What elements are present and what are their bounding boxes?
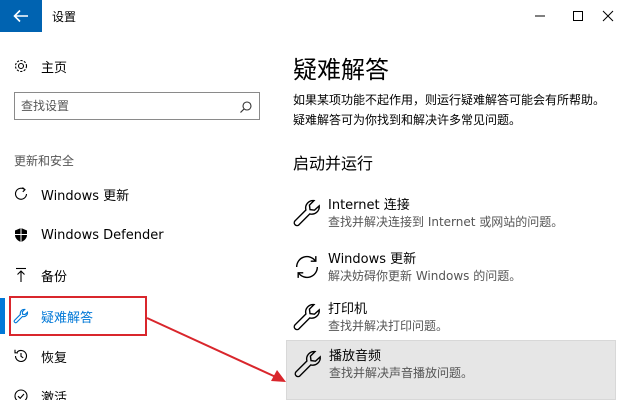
wrench-icon	[293, 349, 323, 379]
troubleshooter-subtitle: 查找并解决打印问题。	[328, 319, 449, 333]
troubleshooter-subtitle: 解决妨碍你更新 Windows 的问题。	[328, 269, 522, 283]
sidebar-item-backup[interactable]: 备份	[0, 257, 272, 293]
history-icon	[12, 347, 30, 365]
refresh-icon	[292, 252, 322, 282]
back-button[interactable]	[0, 0, 42, 32]
sidebar-item-recovery[interactable]: 恢复	[0, 338, 272, 374]
check-circle-icon	[12, 387, 30, 400]
sidebar-item-label: Windows 更新	[41, 188, 130, 204]
main-content: 疑难解答 如果某项功能不起作用，则运行疑难解答可能会有所帮助。疑难解答可为你找到…	[272, 32, 622, 400]
close-button[interactable]	[594, 0, 622, 32]
troubleshooter-title: Windows 更新	[328, 252, 417, 267]
minimize-icon	[535, 15, 545, 17]
window-title: 设置	[52, 10, 77, 24]
troubleshooter-windows-update[interactable]: Windows 更新 解决妨碍你更新 Windows 的问题。	[286, 244, 616, 292]
title-bar: 设置	[0, 0, 622, 32]
sidebar-item-label: 激活	[41, 390, 68, 400]
sidebar-item-home[interactable]: 主页	[0, 48, 272, 84]
troubleshooter-title: Internet 连接	[328, 198, 410, 213]
selection-indicator	[0, 298, 5, 334]
troubleshooter-audio[interactable]: 播放音频 查找并解决声音播放问题。	[286, 340, 616, 400]
sidebar-item-label: 备份	[41, 269, 68, 285]
maximize-icon	[573, 11, 583, 21]
wrench-icon	[292, 198, 322, 228]
close-icon	[602, 10, 614, 22]
sidebar-item-windows-update[interactable]: Windows 更新	[0, 176, 272, 212]
troubleshooter-printer[interactable]: 打印机 查找并解决打印问题。	[286, 294, 616, 342]
wrench-icon	[292, 302, 322, 332]
section-title: 更新和安全	[14, 154, 75, 168]
sidebar-item-label: Windows Defender	[41, 227, 164, 243]
sidebar-item-activation[interactable]: 激活	[0, 378, 272, 400]
search-icon[interactable]	[239, 99, 253, 118]
sidebar-item-label: 恢复	[41, 350, 68, 366]
page-title: 疑难解答	[293, 56, 389, 84]
gear-icon	[12, 57, 30, 75]
sidebar: 主页 更新和安全 Windows 更新 Windows	[0, 32, 272, 400]
page-description: 如果某项功能不起作用，则运行疑难解答可能会有所帮助。疑难解答可为你找到和解决许多…	[293, 93, 606, 127]
troubleshooter-subtitle: 查找并解决连接到 Internet 或网站的问题。	[328, 215, 564, 229]
section-title: 启动并运行	[293, 154, 374, 173]
sidebar-item-windows-defender[interactable]: Windows Defender	[0, 217, 272, 253]
arrow-left-icon	[13, 9, 28, 23]
refresh-icon	[12, 185, 30, 203]
sidebar-item-label: 主页	[41, 60, 68, 76]
troubleshooter-internet[interactable]: Internet 连接 查找并解决连接到 Internet 或网站的问题。	[286, 190, 616, 238]
annotation-box	[9, 296, 147, 336]
troubleshooter-title: 播放音频	[329, 349, 382, 364]
search-box[interactable]	[14, 92, 260, 120]
troubleshooter-subtitle: 查找并解决声音播放问题。	[329, 366, 474, 380]
upload-icon	[12, 266, 30, 284]
troubleshooter-title: 打印机	[328, 302, 368, 317]
search-input[interactable]	[21, 97, 231, 115]
shield-icon	[12, 226, 30, 244]
